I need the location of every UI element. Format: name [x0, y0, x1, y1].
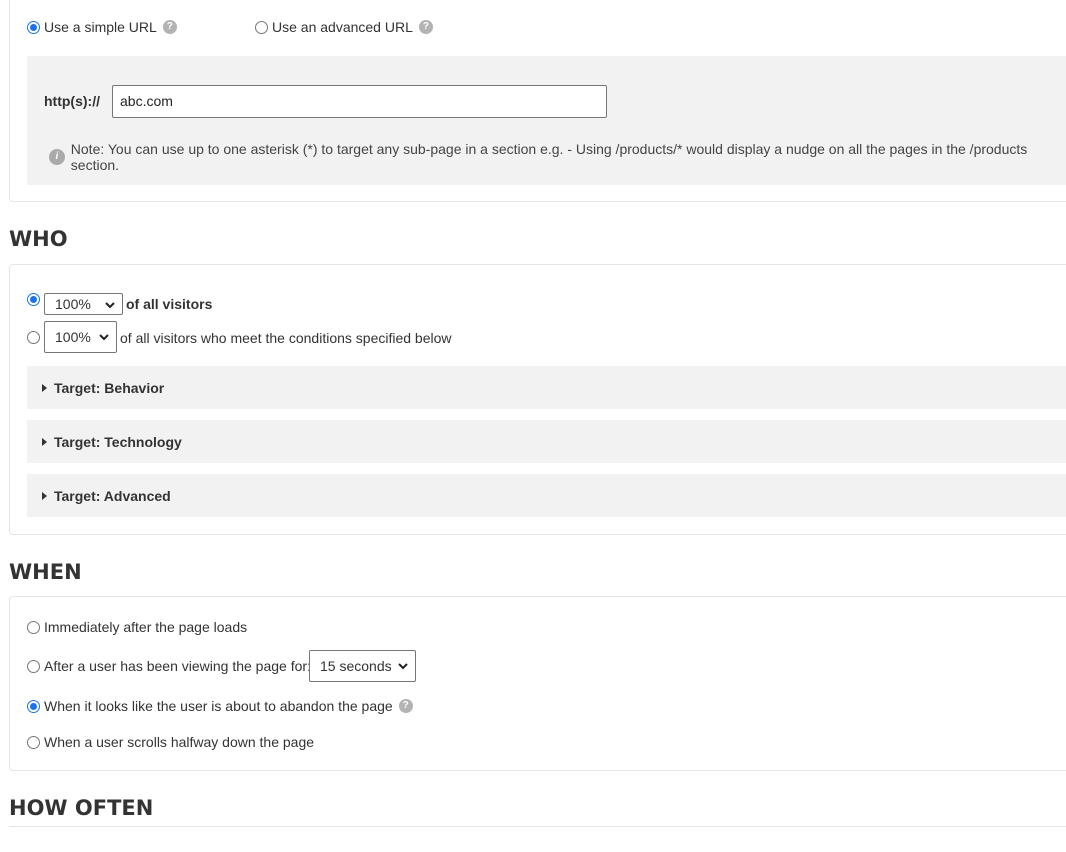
- when-option-scroll[interactable]: When a user scrolls halfway down the pag…: [27, 734, 314, 750]
- who-conditions-label: of all visitors who meet the conditions …: [120, 330, 452, 346]
- who-conditions-percent-value: 100%: [55, 329, 91, 345]
- url-note-text: Note: You can use up to one asterisk (*)…: [70, 141, 1028, 173]
- who-heading: WHO: [9, 227, 68, 251]
- delay-select-value: 15 seconds: [320, 658, 392, 674]
- help-icon[interactable]: ?: [418, 20, 433, 34]
- when-heading: WHEN: [9, 560, 82, 584]
- who-conditions-percent-select[interactable]: 100%: [44, 321, 117, 353]
- accordion-label: Target: Technology: [54, 433, 182, 450]
- when-option-abandon[interactable]: When it looks like the user is about to …: [27, 698, 413, 714]
- who-all-percent-value: 100%: [55, 296, 91, 312]
- who-all-label: of all visitors: [126, 296, 213, 312]
- when-delay-label: After a user has been viewing the page f…: [44, 658, 311, 674]
- who-all-percent-select[interactable]: 100%: [44, 293, 123, 315]
- url-input-value: abc.com: [120, 93, 173, 109]
- chevron-down-icon: [398, 663, 408, 670]
- who-option-all[interactable]: [27, 293, 44, 306]
- caret-right-icon: [42, 383, 47, 392]
- accordion-label: Target: Behavior: [54, 379, 165, 396]
- when-immediately-label: Immediately after the page loads: [44, 619, 248, 635]
- how-often-divider: [9, 826, 1066, 827]
- chevron-down-icon: [99, 334, 109, 341]
- when-scroll-radio[interactable]: [27, 735, 40, 749]
- when-scroll-label: When a user scrolls halfway down the pag…: [44, 734, 315, 750]
- accordion-target-behavior[interactable]: Target: Behavior: [27, 366, 1066, 409]
- chevron-down-icon: [105, 302, 115, 309]
- advanced-url-radio[interactable]: [255, 20, 268, 34]
- when-abandon-label: When it looks like the user is about to …: [44, 698, 393, 714]
- url-input[interactable]: abc.com: [112, 85, 607, 118]
- simple-url-label: Use a simple URL: [44, 19, 157, 35]
- when-immediately-radio[interactable]: [27, 620, 40, 634]
- info-icon: i: [49, 149, 65, 165]
- accordion-target-advanced[interactable]: Target: Advanced: [27, 474, 1066, 517]
- who-conditions-radio[interactable]: [27, 331, 40, 344]
- delay-select[interactable]: 15 seconds: [309, 650, 416, 682]
- help-icon[interactable]: ?: [162, 20, 177, 34]
- when-option-immediately[interactable]: Immediately after the page loads: [27, 619, 247, 635]
- caret-right-icon: [42, 437, 47, 446]
- who-all-radio[interactable]: [27, 293, 40, 306]
- url-note: i Note: You can use up to one asterisk (…: [49, 141, 1066, 173]
- url-prefix: http(s)://: [44, 93, 100, 109]
- when-delay-radio[interactable]: [27, 659, 40, 673]
- simple-url-option[interactable]: Use a simple URL ?: [27, 19, 177, 35]
- accordion-target-technology[interactable]: Target: Technology: [27, 420, 1066, 463]
- when-abandon-radio[interactable]: [27, 699, 40, 713]
- advanced-url-option[interactable]: Use an advanced URL ?: [255, 19, 433, 35]
- accordion-label: Target: Advanced: [54, 487, 171, 504]
- advanced-url-label: Use an advanced URL: [272, 19, 413, 35]
- how-often-heading: HOW OFTEN: [9, 796, 154, 820]
- simple-url-radio[interactable]: [27, 20, 40, 34]
- caret-right-icon: [42, 491, 47, 500]
- help-icon[interactable]: ?: [398, 699, 413, 713]
- who-option-conditions[interactable]: [27, 331, 44, 344]
- when-option-delay[interactable]: After a user has been viewing the page f…: [27, 658, 311, 674]
